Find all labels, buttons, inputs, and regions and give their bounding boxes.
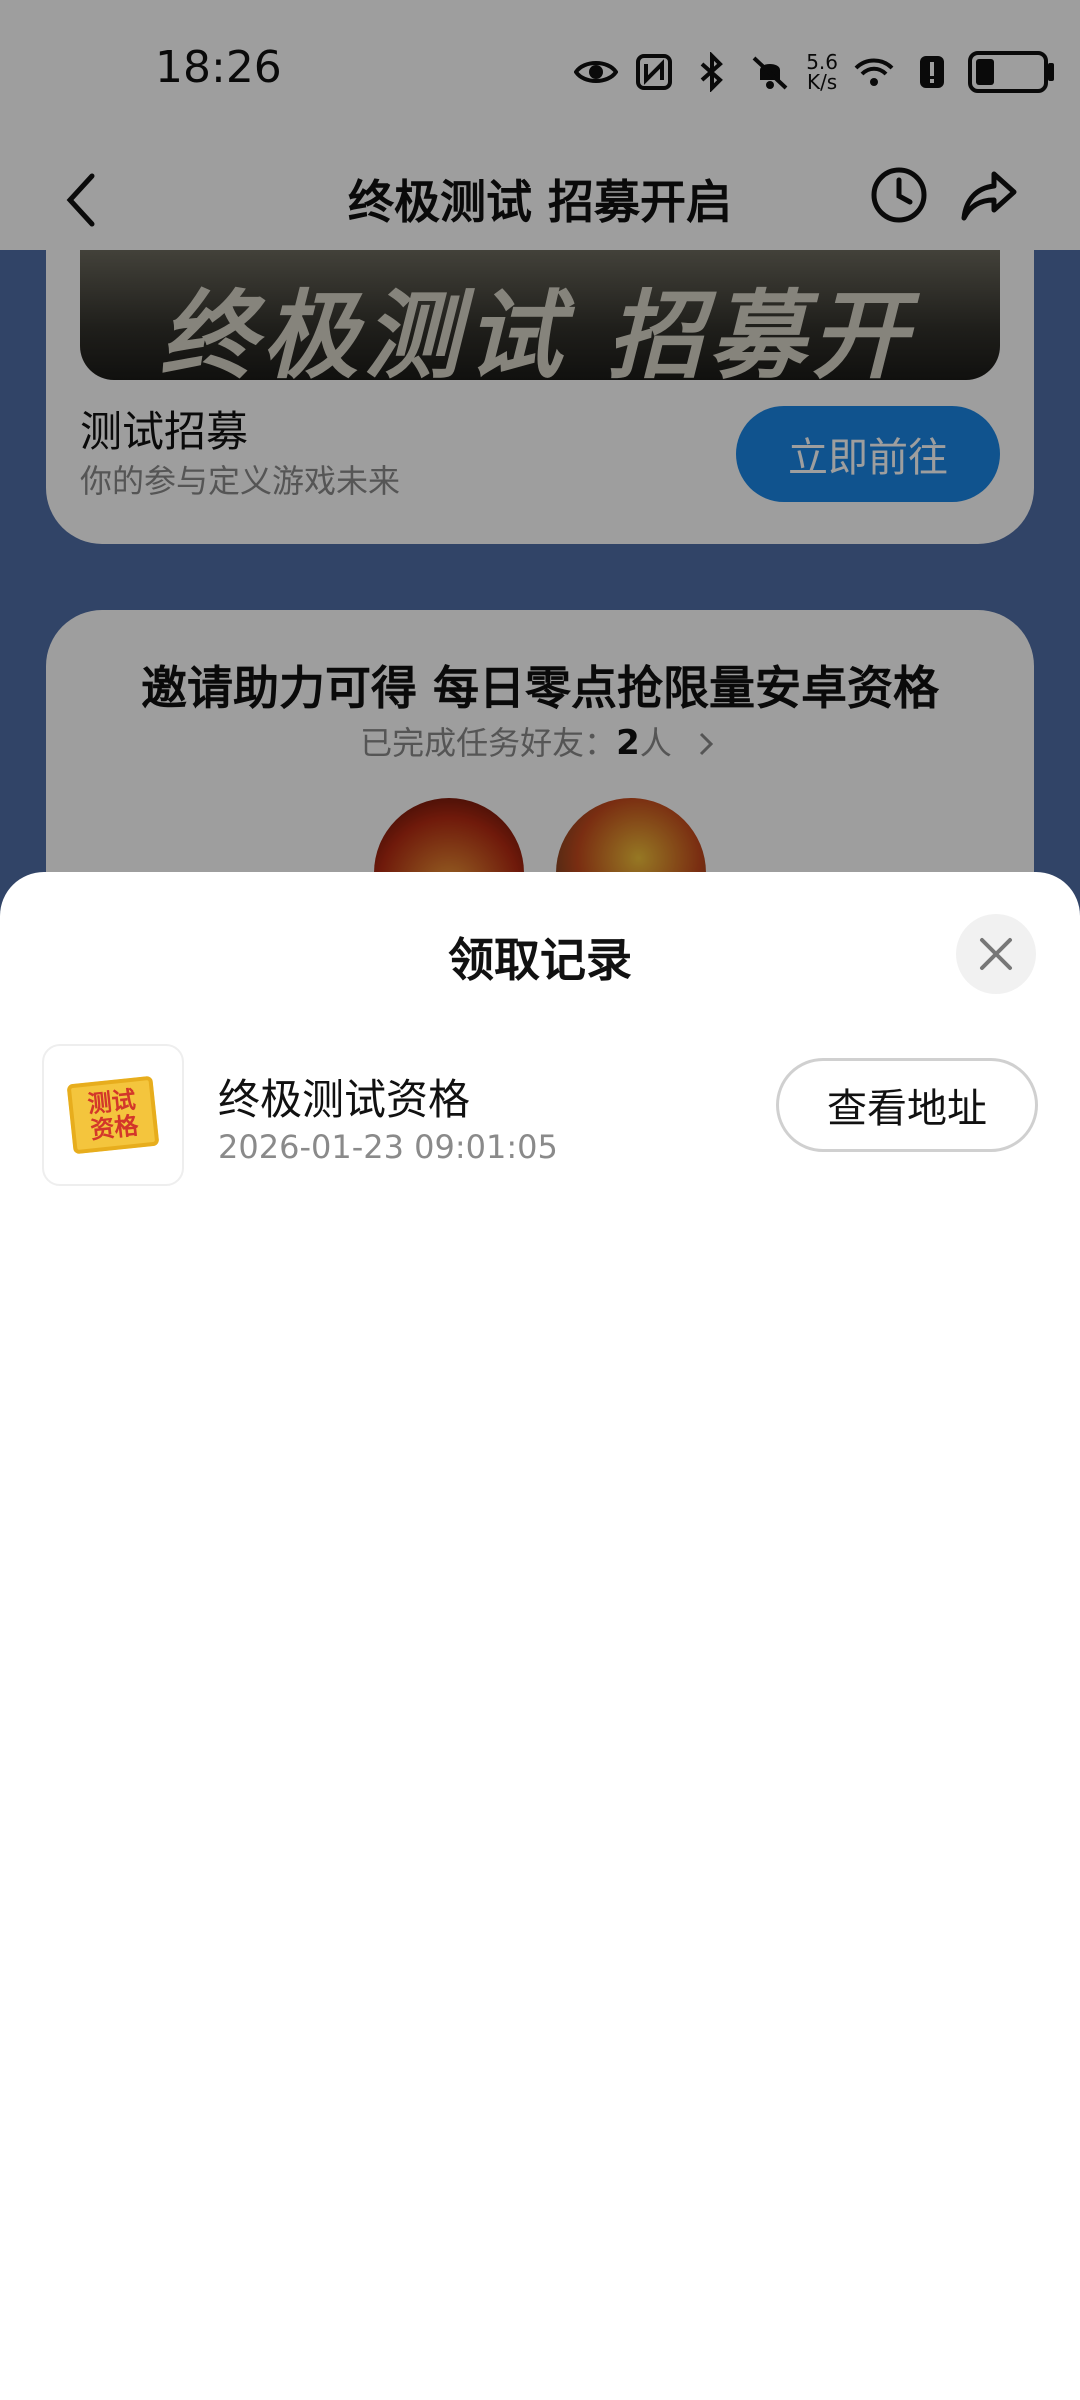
- close-button[interactable]: [956, 914, 1036, 994]
- ticket-icon: 测试资格: [66, 1075, 160, 1155]
- record-time: 2026-01-23 09:01:05: [218, 1128, 558, 1166]
- record-thumbnail: 测试资格: [42, 1044, 184, 1186]
- record-name: 终极测试资格: [218, 1075, 471, 1124]
- claim-records-sheet: 领取记录 测试资格 终极测试资格 2026-01-23 09:01:05 查看地…: [0, 872, 1080, 2400]
- record-item: 测试资格 终极测试资格 2026-01-23 09:01:05 查看地址: [42, 1044, 1038, 1186]
- ticket-text: 测试资格: [86, 1085, 140, 1145]
- view-address-button[interactable]: 查看地址: [776, 1058, 1038, 1152]
- sheet-title: 领取记录: [448, 933, 632, 987]
- close-icon: [980, 938, 1012, 970]
